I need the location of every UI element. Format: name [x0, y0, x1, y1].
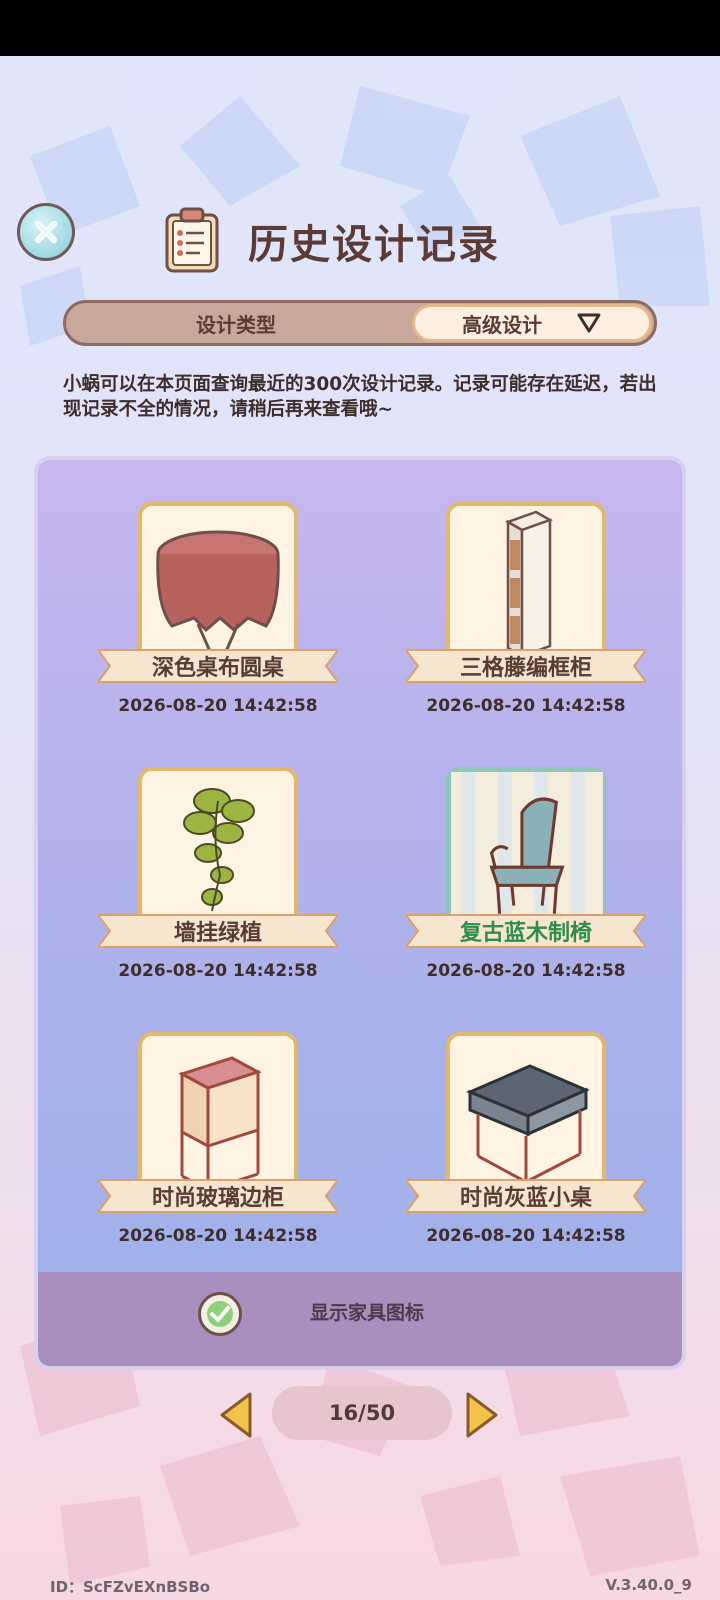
- record-time: 2026-08-20 14:42:58: [426, 696, 626, 716]
- record-name: 时尚灰蓝小桌: [459, 1186, 592, 1211]
- record-card[interactable]: 时尚玻璃边柜 2026-08-20 14:42:58: [88, 1008, 348, 1258]
- clipboard-icon: [165, 207, 219, 273]
- notice-text: 小蜗可以在本页面查询最近的300次设计记录。记录可能存在延迟，若出现记录不全的情…: [63, 374, 657, 420]
- record-card[interactable]: 墙挂绿植 2026-08-20 14:42:58: [88, 743, 348, 993]
- records-panel: 深色桌布圆桌 2026-08-20 14:42:58 三格藤编框柜 2026-0…: [34, 456, 686, 1370]
- record-name: 深色桌布圆桌: [151, 656, 284, 681]
- triangle-down-icon: [577, 313, 601, 333]
- tab-advanced-label: 高级设计: [462, 312, 542, 337]
- record-time: 2026-08-20 14:42:58: [118, 1226, 318, 1246]
- show-icons-checkbox[interactable]: [198, 1292, 242, 1336]
- tab-advanced-dropdown[interactable]: 高级设计: [412, 304, 652, 342]
- page-counter: 16/50: [272, 1386, 452, 1440]
- record-card[interactable]: 时尚灰蓝小桌 2026-08-20 14:42:58: [396, 1008, 656, 1258]
- next-page-arrow-icon[interactable]: [462, 1390, 502, 1440]
- record-name: 时尚玻璃边柜: [151, 1186, 284, 1211]
- prev-page-arrow-icon[interactable]: [216, 1390, 256, 1440]
- tab-design-type[interactable]: 设计类型: [66, 303, 406, 343]
- record-time: 2026-08-20 14:42:58: [118, 961, 318, 981]
- show-icons-label[interactable]: 显示家具图标: [310, 1298, 424, 1325]
- close-button[interactable]: [17, 203, 75, 261]
- record-time: 2026-08-20 14:42:58: [426, 1226, 626, 1246]
- record-time: 2026-08-20 14:42:58: [118, 696, 318, 716]
- record-card-selected[interactable]: 复古蓝木制椅 2026-08-20 14:42:58: [396, 743, 656, 993]
- record-time: 2026-08-20 14:42:58: [426, 961, 626, 981]
- design-type-tabs: 设计类型 高级设计: [63, 300, 657, 346]
- checkmark-icon: [207, 1301, 233, 1327]
- user-id: ID：ScFZvEXnBSBo: [50, 1578, 211, 1596]
- records-grid: 深色桌布圆桌 2026-08-20 14:42:58 三格藤编框柜 2026-0…: [38, 460, 682, 1280]
- record-name: 三格藤编框柜: [459, 656, 592, 681]
- show-icons-bar: 显示家具图标: [38, 1272, 682, 1366]
- page-title: 历史设计记录: [248, 222, 500, 268]
- status-bar: [0, 0, 720, 56]
- record-name: 复古蓝木制椅: [459, 921, 592, 946]
- version-label: V.3.40.0_9: [605, 1576, 692, 1594]
- record-card[interactable]: 三格藤编框柜 2026-08-20 14:42:58: [396, 478, 656, 728]
- record-card[interactable]: 深色桌布圆桌 2026-08-20 14:42:58: [88, 478, 348, 728]
- close-icon: [35, 221, 57, 243]
- record-name: 墙挂绿植: [173, 921, 262, 946]
